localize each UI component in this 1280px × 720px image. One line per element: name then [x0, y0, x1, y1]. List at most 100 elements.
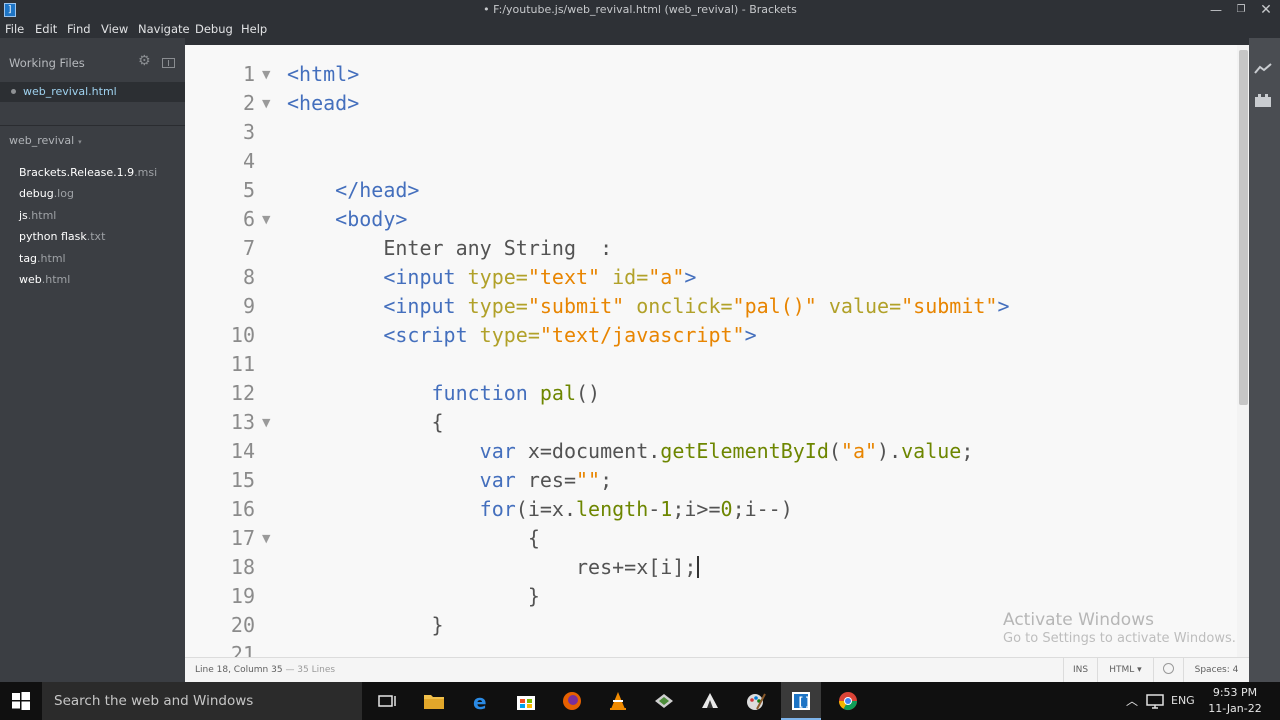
network-icon[interactable] — [1146, 693, 1164, 709]
task-view-icon[interactable] — [377, 691, 399, 711]
line-number: 17 — [230, 526, 255, 550]
brackets-taskbar-icon[interactable]: [] — [790, 691, 812, 711]
code-token: res+=x[i]; — [287, 555, 697, 579]
line-count: — 35 Lines — [282, 665, 336, 675]
code-token: id= — [612, 265, 649, 289]
file-tree-item[interactable]: js.html — [19, 209, 56, 222]
code-line[interactable]: <input type="submit" onclick="pal()" val… — [287, 292, 1010, 321]
line-number: 9 — [242, 294, 255, 318]
code-token: <input — [383, 265, 468, 289]
code-line[interactable]: { — [287, 408, 443, 437]
file-name: debug — [19, 187, 54, 200]
vlc-icon[interactable] — [607, 691, 629, 711]
code-token: 0 — [720, 497, 733, 521]
minimize-button[interactable]: — — [1206, 2, 1226, 18]
line-number: 1 — [242, 62, 255, 86]
chrome-icon[interactable] — [837, 691, 859, 711]
code-line[interactable]: <input type="text" id="a"> — [287, 263, 696, 292]
live-preview-icon[interactable] — [1254, 62, 1272, 76]
file-tree-item[interactable]: tag.html — [19, 252, 66, 265]
fold-toggle-icon[interactable]: ▼ — [262, 89, 270, 118]
code-token: value — [901, 439, 962, 463]
menu-navigate[interactable]: Navigate — [138, 22, 190, 36]
input-language-indicator[interactable]: ENG — [1171, 694, 1195, 707]
code-token: var — [479, 468, 528, 492]
code-line[interactable]: for(i=x.length-1;i>=0;i--) — [287, 495, 793, 524]
working-file-item[interactable]: web_revival.html — [0, 82, 185, 102]
extension-manager-icon[interactable] — [1253, 92, 1273, 108]
brackets-window: ] • F:/youtube.js/web_revival.html (web_… — [0, 0, 1280, 720]
code-token: - — [648, 497, 661, 521]
editor-scrollbar-thumb[interactable] — [1239, 50, 1248, 405]
store-icon[interactable] — [515, 691, 537, 711]
code-line[interactable]: <body> — [287, 205, 407, 234]
fold-toggle-icon[interactable]: ▼ — [262, 524, 270, 553]
file-name: tag — [19, 252, 38, 265]
clock-time[interactable]: 9:53 PM — [1205, 686, 1265, 699]
menu-find[interactable]: Find — [67, 22, 91, 36]
project-title[interactable]: web_revival ▾ — [9, 134, 82, 147]
code-line[interactable]: <script type="text/javascript"> — [287, 321, 756, 350]
fold-toggle-icon[interactable]: ▼ — [262, 205, 270, 234]
fold-toggle-icon[interactable]: ▼ — [262, 60, 270, 89]
code-token: ; — [961, 439, 974, 463]
chevron-down-icon: ▾ — [78, 138, 82, 146]
code-token: (i=x. — [515, 497, 576, 521]
code-line[interactable]: var res=""; — [287, 466, 612, 495]
fold-toggle-icon[interactable]: ▼ — [262, 408, 270, 437]
split-view-icon[interactable] — [162, 58, 175, 68]
menu-view[interactable]: View — [101, 22, 128, 36]
file-tree-item[interactable]: debug.log — [19, 187, 74, 200]
code-line[interactable]: res+=x[i]; — [287, 553, 700, 582]
file-tree-item[interactable]: web.html — [19, 273, 70, 286]
gear-icon[interactable]: ⚙ — [138, 53, 151, 69]
tray-expand-icon[interactable]: ︿ — [1126, 692, 1138, 709]
code-token: "" — [576, 468, 601, 492]
menu-debug[interactable]: Debug — [195, 22, 233, 36]
linter-status[interactable] — [1153, 658, 1183, 683]
app-icon-scanner[interactable] — [653, 691, 675, 711]
code-token: > — [997, 294, 1010, 318]
code-token: x=document. — [527, 439, 661, 463]
code-line[interactable]: Enter any String : — [287, 234, 612, 263]
file-tree-item[interactable]: Brackets.Release.1.9.msi — [19, 166, 157, 179]
code-line[interactable]: var x=document.getElementById("a").value… — [287, 437, 974, 466]
line-number: 20 — [230, 613, 255, 637]
right-toolbar — [1249, 38, 1280, 682]
cursor-position-text: Line 18, Column 35 — [195, 665, 283, 675]
taskbar-search-box[interactable]: Search the web and Windows — [42, 682, 362, 720]
indent-spaces-selector[interactable]: Spaces: 4 — [1183, 658, 1249, 683]
clock-date[interactable]: 11-Jan-22 — [1205, 702, 1265, 715]
code-token: "submit" — [527, 294, 625, 318]
menu-file[interactable]: File — [5, 22, 24, 36]
windows-start-icon[interactable] — [12, 692, 30, 710]
code-token: </head> — [335, 178, 420, 202]
code-token: for — [479, 497, 516, 521]
code-line[interactable]: function pal() — [287, 379, 601, 408]
app-icon-paint[interactable] — [745, 691, 767, 711]
file-tree-item[interactable]: python flask.txt — [19, 230, 105, 243]
line-number: 4 — [242, 149, 255, 173]
firefox-icon[interactable] — [561, 691, 583, 711]
code-line[interactable]: } — [287, 582, 540, 611]
code-line[interactable]: { — [287, 524, 540, 553]
code-line[interactable]: <html> — [287, 60, 359, 89]
app-icon-inkscape[interactable] — [699, 691, 721, 711]
code-line[interactable]: <head> — [287, 89, 359, 118]
file-ext: .log — [53, 187, 74, 200]
language-selector[interactable]: HTML ▾ — [1097, 658, 1153, 683]
code-line[interactable]: } — [287, 611, 443, 640]
insert-mode-toggle[interactable]: INS — [1063, 658, 1097, 683]
watermark-title: Activate Windows — [1003, 610, 1154, 630]
code-line[interactable]: </head> — [287, 176, 419, 205]
close-button[interactable]: ✕ — [1256, 2, 1276, 18]
edge-browser-icon[interactable]: e — [470, 691, 492, 711]
status-bar: Line 18, Column 35 — 35 Lines INS HTML ▾… — [185, 657, 1249, 683]
menu-edit[interactable]: Edit — [35, 22, 57, 36]
file-explorer-icon[interactable] — [423, 691, 445, 711]
menu-help[interactable]: Help — [241, 22, 267, 36]
code-token: "text" — [527, 265, 601, 289]
code-editor[interactable]: 1 ▼ <html> 2 ▼ <head> 3 4 5 </head> 6 ▼ <body> 7 En… — [185, 45, 1237, 657]
maximize-button[interactable]: ❐ — [1231, 2, 1251, 18]
